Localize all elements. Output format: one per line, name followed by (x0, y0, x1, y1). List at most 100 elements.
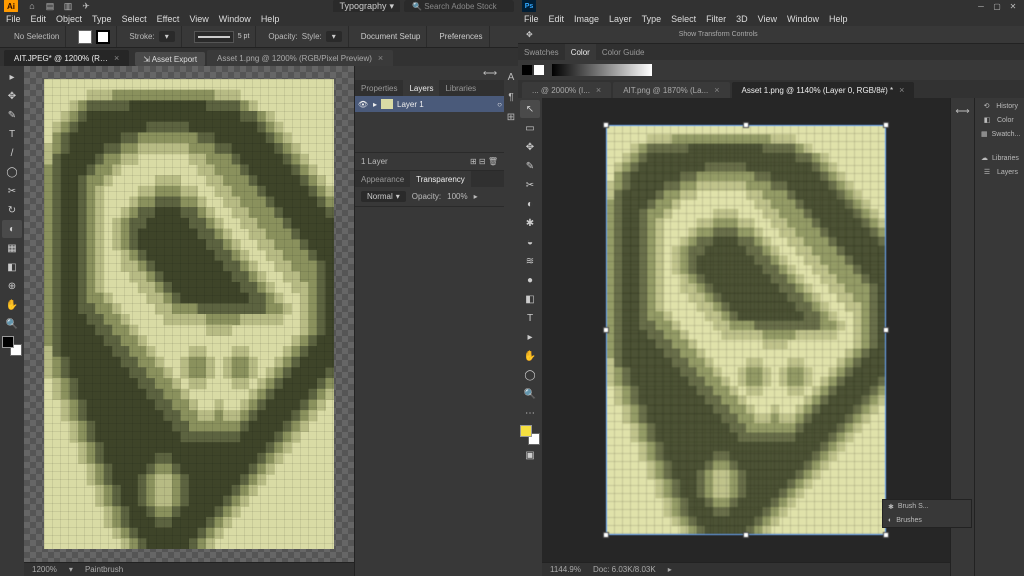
menu-image[interactable]: Image (574, 14, 599, 24)
layers-footer-icons[interactable]: ⊞ ⊟ 🗑 (470, 157, 498, 166)
menu-edit[interactable]: Edit (549, 14, 565, 24)
tool-0[interactable]: ▸ (2, 68, 22, 86)
handle-tc[interactable] (743, 122, 749, 128)
menu-view[interactable]: View (758, 14, 777, 24)
menu-3d[interactable]: 3D (736, 14, 748, 24)
handle-tr[interactable] (883, 122, 889, 128)
tool-8[interactable]: ≋ (520, 252, 540, 270)
color-panel-button[interactable]: ◧Color (977, 114, 1022, 126)
tool-8[interactable]: ◐ (2, 220, 22, 238)
layer-row[interactable]: 👁 ▸ Layer 1 ○ (355, 96, 504, 112)
ai-canvas[interactable] (24, 66, 354, 562)
handle-bc[interactable] (743, 532, 749, 538)
transform-box[interactable] (606, 125, 886, 535)
style-dropdown[interactable]: ▾ (326, 31, 342, 42)
history-panel-button[interactable]: ⟲History (977, 100, 1022, 112)
color-swatch-fg[interactable] (522, 65, 532, 75)
tool-2[interactable]: ✥ (520, 138, 540, 156)
maximize-button[interactable]: ▢ (990, 1, 1004, 11)
ps-zoom[interactable]: 1144.9% (550, 565, 581, 574)
tool-6[interactable]: ✱ (520, 214, 540, 232)
tool-0[interactable]: ↖ (520, 100, 540, 118)
menu-select[interactable]: Select (671, 14, 696, 24)
stroke-swatch[interactable] (96, 30, 110, 44)
close-icon[interactable]: × (378, 53, 383, 63)
handle-tl[interactable] (603, 122, 609, 128)
tool-12[interactable]: ✋ (2, 296, 22, 314)
stroke-profile[interactable] (194, 31, 234, 43)
swatches-panel-button[interactable]: ▦Swatch... (977, 128, 1022, 140)
menu-file[interactable]: File (6, 14, 21, 24)
handle-br[interactable] (883, 532, 889, 538)
ps-canvas[interactable] (542, 98, 950, 562)
menu-select[interactable]: Select (122, 14, 147, 24)
layers-panel-button[interactable]: ☰Layers (977, 166, 1022, 178)
blend-mode-dropdown[interactable]: Normal ▾ (361, 191, 406, 202)
menu-layer[interactable]: Layer (609, 14, 632, 24)
handle-bl[interactable] (603, 532, 609, 538)
tool-9[interactable]: ▦ (2, 239, 22, 257)
handle-mr[interactable] (883, 327, 889, 333)
menu-view[interactable]: View (189, 14, 208, 24)
screenmode-icon[interactable]: ▣ (520, 446, 540, 464)
brush-panel-floating[interactable]: ✱Brush S... ◐Brushes (882, 499, 972, 528)
menu-effect[interactable]: Effect (157, 14, 180, 24)
color-panel-tab[interactable]: Color (565, 44, 596, 60)
tool-5[interactable]: ◯ (2, 163, 22, 181)
tool-4[interactable]: ✂ (520, 176, 540, 194)
libraries-tab[interactable]: Libraries (439, 80, 482, 96)
tool-2[interactable]: ✎ (2, 106, 22, 124)
document-tab[interactable]: AIT.JPEG* @ 1200% (R…× (4, 50, 129, 66)
zoom-level[interactable]: 1200% (32, 565, 57, 574)
tool-3[interactable]: ✎ (520, 157, 540, 175)
arrange-icon[interactable]: ✈ (80, 0, 92, 12)
color-guide-tab[interactable]: Color Guide (596, 44, 651, 60)
dock-icon-1[interactable]: A (501, 68, 518, 86)
tool-1[interactable]: ▭ (520, 119, 540, 137)
opacity-value[interactable]: 100% (447, 192, 467, 201)
menu-help[interactable]: Help (829, 14, 848, 24)
tool-7[interactable]: ↻ (2, 201, 22, 219)
minimize-button[interactable]: ─ (974, 1, 988, 11)
tool-12[interactable]: ▸ (520, 328, 540, 346)
fill-stroke-picker[interactable] (2, 336, 22, 356)
document-tab[interactable]: ... @ 2000% (I...× (522, 82, 611, 98)
tool-7[interactable]: ◒ (520, 233, 540, 251)
stroke-weight[interactable]: ▾ (159, 31, 175, 42)
tool-9[interactable]: ● (520, 271, 540, 289)
close-icon[interactable]: × (714, 85, 719, 95)
menu-type[interactable]: Type (642, 14, 662, 24)
close-icon[interactable]: × (114, 53, 119, 63)
preferences-button[interactable]: Preferences (439, 32, 482, 41)
tool-4[interactable]: / (2, 144, 22, 162)
document-tab[interactable]: Asset 1.png @ 1140% (Layer 0, RGB/8#) *× (732, 82, 915, 98)
new-icon[interactable]: ▤ (44, 0, 56, 12)
visibility-icon[interactable]: 👁 (357, 100, 369, 109)
tool-1[interactable]: ✥ (2, 87, 22, 105)
menu-edit[interactable]: Edit (31, 14, 47, 24)
tool-10[interactable]: ◧ (520, 290, 540, 308)
libraries-panel-button[interactable]: ☁Libraries (977, 152, 1022, 164)
dock-expand-icon[interactable]: ⟷ (953, 102, 973, 120)
workspace-switcher[interactable]: Typography ▾ (333, 0, 400, 13)
menu-file[interactable]: File (524, 14, 539, 24)
close-icon[interactable]: × (899, 85, 904, 95)
document-tab[interactable]: Asset 1.png @ 1200% (RGB/Pixel Preview)× (207, 50, 393, 66)
handle-ml[interactable] (603, 327, 609, 333)
layers-tab[interactable]: Layers (403, 80, 439, 96)
transparency-tab[interactable]: Transparency (410, 171, 471, 187)
stock-search[interactable]: 🔍 Search Adobe Stock (404, 0, 514, 13)
transform-controls-label[interactable]: Show Transform Controls (679, 31, 758, 38)
tool-10[interactable]: ◧ (2, 258, 22, 276)
ps-doc-info[interactable]: Doc: 6.03K/8.03K (593, 565, 656, 574)
document-tab[interactable]: AIT.png @ 1870% (La...× (613, 82, 729, 98)
tool-3[interactable]: T (2, 125, 22, 143)
tool-5[interactable]: ◐ (520, 195, 540, 213)
menu-window[interactable]: Window (219, 14, 251, 24)
tool-14[interactable]: ◯ (520, 366, 540, 384)
close-icon[interactable]: × (596, 85, 601, 95)
open-icon[interactable]: ▥ (62, 0, 74, 12)
menu-help[interactable]: Help (261, 14, 280, 24)
home-icon[interactable]: ⌂ (26, 0, 38, 12)
fg-bg-colors[interactable] (520, 425, 540, 445)
